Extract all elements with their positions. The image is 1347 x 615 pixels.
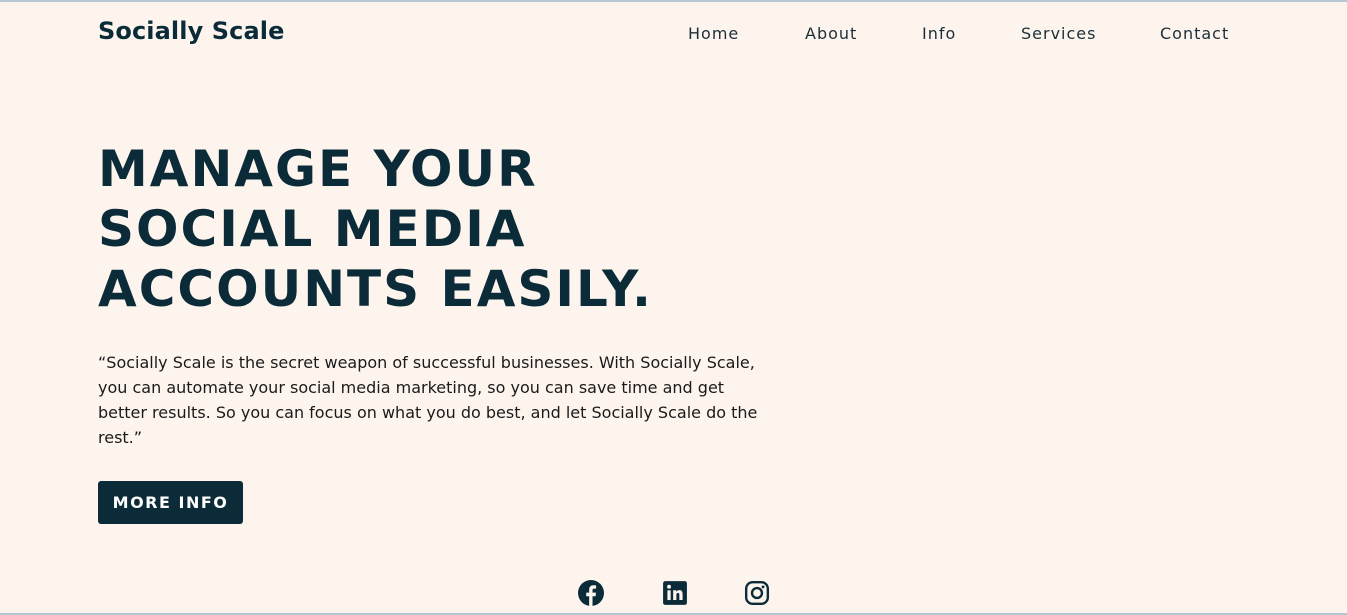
instagram-icon[interactable]: [744, 580, 770, 606]
nav-item-services[interactable]: Services: [1021, 24, 1096, 43]
hero-title-line: ACCOUNTS EASILY.: [98, 260, 654, 318]
brand-logo[interactable]: Socially Scale: [98, 17, 285, 45]
hero-title-line: SOCIAL MEDIA: [98, 200, 527, 258]
linkedin-icon[interactable]: [662, 580, 688, 606]
social-links: [578, 580, 778, 606]
nav-item-about[interactable]: About: [805, 24, 857, 43]
nav-item-contact[interactable]: Contact: [1160, 24, 1229, 43]
hero-title-line: MANAGE YOUR: [98, 140, 538, 198]
nav-item-info[interactable]: Info: [922, 24, 956, 43]
top-border: [0, 0, 1347, 2]
hero-title: MANAGE YOUR SOCIAL MEDIA ACCOUNTS EASILY…: [98, 139, 738, 319]
hero-quote: “Socially Scale is the secret weapon of …: [98, 353, 758, 447]
nav-item-home[interactable]: Home: [688, 24, 739, 43]
facebook-icon[interactable]: [578, 580, 604, 606]
more-info-button[interactable]: MORE INFO: [98, 481, 243, 524]
